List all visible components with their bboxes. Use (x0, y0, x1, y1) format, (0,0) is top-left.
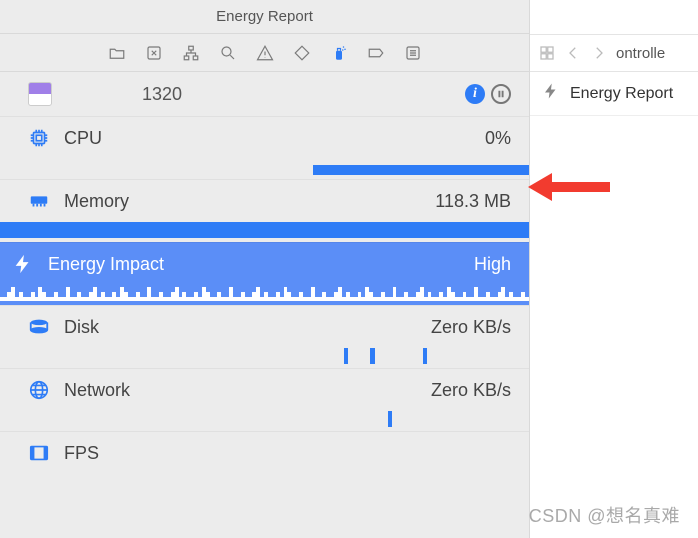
navigator-toolbar (0, 34, 529, 72)
nav-forward-button[interactable] (590, 44, 608, 62)
pause-icon[interactable] (491, 84, 511, 104)
tag-icon[interactable] (366, 43, 385, 62)
report-item-row[interactable]: Energy Report (530, 72, 698, 116)
cpu-icon (28, 127, 50, 149)
editor-pane: ontrolle Energy Report (530, 0, 698, 538)
app-icon (28, 82, 52, 106)
report-item-label: Energy Report (570, 85, 673, 103)
disk-sparkline (0, 344, 529, 364)
window-title-text: Energy Report (216, 8, 313, 25)
bolt-icon (12, 253, 34, 275)
process-row[interactable]: 1320 i (0, 72, 529, 116)
metric-energy[interactable]: Energy Impact High (0, 242, 529, 305)
close-box-icon[interactable] (144, 43, 163, 62)
metric-label: Disk (64, 317, 99, 338)
info-icon[interactable]: i (465, 84, 485, 104)
metric-label: Energy Impact (48, 254, 164, 275)
hierarchy-icon[interactable] (181, 43, 200, 62)
memory-icon (28, 190, 50, 212)
metric-label: CPU (64, 128, 102, 149)
memory-sparkline (0, 218, 529, 238)
cpu-sparkline (0, 155, 529, 175)
metric-cpu[interactable]: CPU 0% (0, 116, 529, 179)
metric-memory[interactable]: Memory 118.3 MB (0, 179, 529, 242)
search-icon[interactable] (218, 43, 237, 62)
metric-value: 0% (485, 128, 511, 149)
metric-value: 118.3 MB (435, 191, 511, 212)
metric-value: Zero KB/s (431, 380, 511, 401)
metric-value: Zero KB/s (431, 317, 511, 338)
process-pid: 1320 (142, 84, 182, 105)
metric-value: High (474, 254, 511, 275)
window-title: Energy Report (0, 0, 529, 34)
metric-fps[interactable]: FPS (0, 431, 529, 472)
warning-icon[interactable] (255, 43, 274, 62)
fps-icon (28, 442, 50, 464)
network-icon (28, 379, 50, 401)
editor-toolbar: ontrolle (530, 34, 698, 72)
metric-label: FPS (64, 443, 99, 464)
metric-label: Network (64, 380, 130, 401)
energy-sparkline (0, 281, 529, 301)
metric-disk[interactable]: Disk Zero KB/s (0, 305, 529, 368)
network-sparkline (0, 407, 529, 427)
bolt-icon (542, 82, 560, 105)
metrics-list: CPU 0% Memory 118.3 MB (0, 116, 529, 472)
disk-icon (28, 316, 50, 338)
related-items-icon[interactable] (538, 44, 556, 62)
folder-icon[interactable] (107, 43, 126, 62)
breadcrumb[interactable]: ontrolle (616, 45, 665, 62)
list-icon[interactable] (403, 43, 422, 62)
nav-back-button[interactable] (564, 44, 582, 62)
diamond-icon[interactable] (292, 43, 311, 62)
spray-icon[interactable] (329, 43, 348, 62)
metric-network[interactable]: Network Zero KB/s (0, 368, 529, 431)
metric-label: Memory (64, 191, 129, 212)
debug-navigator-pane: Energy Report (0, 0, 530, 538)
